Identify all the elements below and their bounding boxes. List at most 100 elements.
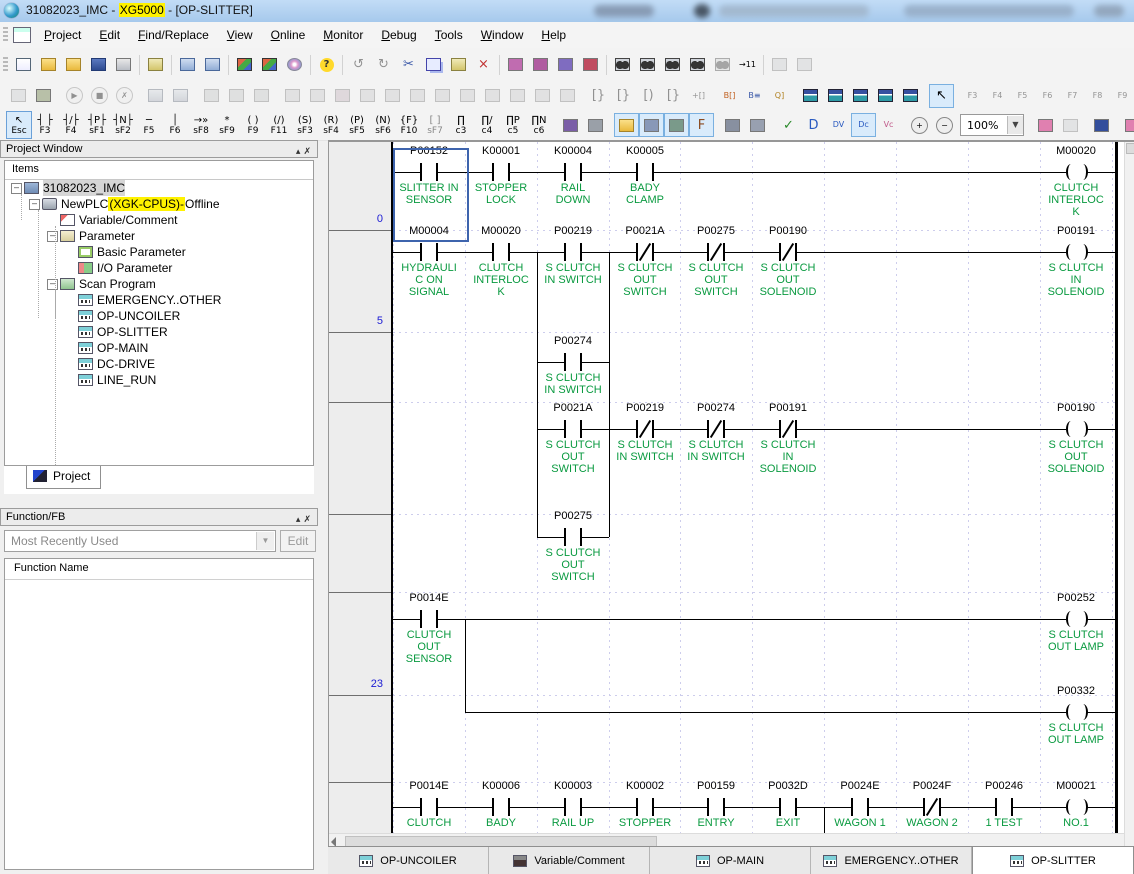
- tree-item-basic-parameter[interactable]: Basic Parameter: [5, 244, 313, 260]
- goto-step-button[interactable]: →11: [735, 53, 760, 77]
- function-fb-titlebar[interactable]: Function/FB ▴✗: [0, 508, 318, 526]
- menu-debug[interactable]: Debug: [372, 24, 425, 46]
- contact-P00159[interactable]: [707, 798, 709, 816]
- tree-item-variable-comment[interactable]: Variable/Comment: [5, 212, 313, 228]
- insert-line-button[interactable]: [553, 53, 578, 77]
- plc-clock-button[interactable]: [168, 84, 193, 108]
- contact-P00219[interactable]: [636, 420, 638, 438]
- contact-P0014E[interactable]: [420, 798, 422, 816]
- ladder-tool-sf3[interactable]: (S)sF3: [292, 111, 318, 139]
- save-as-button[interactable]: [61, 53, 86, 77]
- connect-button[interactable]: [199, 84, 224, 108]
- edit-tool-f8-button[interactable]: F8: [1085, 84, 1110, 108]
- write-to-plc-button[interactable]: [175, 53, 200, 77]
- function-fb-close-icon[interactable]: ✗: [303, 514, 314, 524]
- tab-op-main[interactable]: OP-MAIN: [650, 847, 811, 874]
- flag-monitor-button[interactable]: [280, 84, 305, 108]
- system-monitor-button[interactable]: [380, 84, 405, 108]
- plc-information-button[interactable]: [143, 84, 168, 108]
- copy-button[interactable]: [421, 53, 446, 77]
- edit-tool-f9-button[interactable]: F9: [1110, 84, 1134, 108]
- menu-view[interactable]: View: [218, 24, 262, 46]
- window-split-button[interactable]: [873, 84, 898, 108]
- coil-P00332[interactable]: [1066, 704, 1076, 720]
- ladder-tool-f6[interactable]: │F6: [162, 111, 188, 139]
- edit-tool-f6-button[interactable]: F6: [1035, 84, 1060, 108]
- edit-tool-f3-button[interactable]: F3: [960, 84, 985, 108]
- clipboard-button[interactable]: [143, 53, 168, 77]
- view-comment-button[interactable]: [664, 113, 689, 137]
- tree-item-dc-drive[interactable]: DC-DRIVE: [5, 356, 313, 372]
- next-message-button[interactable]: [792, 53, 817, 77]
- tab-op-slitter[interactable]: OP-SLITTER: [972, 846, 1134, 874]
- edit-tool-f5-button[interactable]: F5: [1010, 84, 1035, 108]
- contact-P0024E[interactable]: [851, 798, 853, 816]
- change-size-button[interactable]: [6, 84, 31, 108]
- tree-item-scan-program[interactable]: –Scan Program: [5, 276, 313, 292]
- ladder-tool-sf5[interactable]: (P)sF5: [344, 111, 370, 139]
- delete-button[interactable]: ×: [471, 53, 496, 77]
- ladder-tool-f11[interactable]: (/)F11: [266, 111, 292, 139]
- ladder-tool-c5[interactable]: ∏Pc5: [500, 111, 526, 139]
- edit-tool-f7-button[interactable]: F7: [1060, 84, 1085, 108]
- coil-M00020[interactable]: [1066, 164, 1076, 180]
- ladder-tool-f9[interactable]: ( )F9: [240, 111, 266, 139]
- ladder-tool-c3[interactable]: ∏c3: [448, 111, 474, 139]
- contact-P00275[interactable]: [564, 528, 566, 546]
- vertical-scrollbar[interactable]: [1124, 142, 1134, 848]
- block-list-button[interactable]: B≡: [742, 84, 767, 108]
- coil-P00191[interactable]: [1066, 244, 1076, 260]
- paste-button[interactable]: [446, 53, 471, 77]
- ladder-tool-sf9[interactable]: *sF9: [214, 111, 240, 139]
- contact-P0032D[interactable]: [779, 798, 781, 816]
- mdi-child-icon[interactable]: [13, 27, 31, 43]
- set-block-button[interactable]: B[]: [717, 84, 742, 108]
- tree-expander-icon[interactable]: –: [11, 183, 22, 194]
- new-project-button[interactable]: [11, 53, 36, 77]
- comment-block-button[interactable]: Q]: [767, 84, 792, 108]
- selected-cell[interactable]: [393, 148, 469, 242]
- contact-M00004[interactable]: [420, 243, 422, 261]
- tree-expander-icon[interactable]: –: [29, 199, 40, 210]
- edit-button[interactable]: Edit: [280, 530, 316, 552]
- zoom-dropdown-arrow-icon[interactable]: ▼: [1007, 116, 1023, 134]
- ladder-tool-sf4[interactable]: (R)sF4: [318, 111, 344, 139]
- variable-window-button[interactable]: [558, 113, 583, 137]
- print-button[interactable]: [111, 53, 136, 77]
- tree-expander-icon[interactable]: –: [47, 231, 58, 242]
- tab-project[interactable]: Project: [26, 466, 101, 489]
- prev-message-button[interactable]: [767, 53, 792, 77]
- tree-item-op-uncoiler[interactable]: OP-UNCOILER: [5, 308, 313, 324]
- view-flag-button[interactable]: F: [689, 113, 714, 137]
- tree-item-op-main[interactable]: OP-MAIN: [5, 340, 313, 356]
- contact-P00190[interactable]: [779, 243, 781, 261]
- block-mark-next-button[interactable]: [}: [611, 84, 636, 108]
- change-allowed-button[interactable]: [1033, 113, 1058, 137]
- window-tile-horizontal-button[interactable]: [823, 84, 848, 108]
- contact-K00002[interactable]: [636, 798, 638, 816]
- tree-expander-icon[interactable]: –: [47, 279, 58, 290]
- window-cascade-button[interactable]: [798, 84, 823, 108]
- contact-P0021A[interactable]: [564, 420, 566, 438]
- function-name-column-header[interactable]: Function Name: [5, 559, 313, 580]
- program-stack-button[interactable]: [31, 84, 56, 108]
- project-window-close-icon[interactable]: ✗: [303, 146, 314, 156]
- contact-K00006[interactable]: [492, 798, 494, 816]
- view-device-button[interactable]: [614, 113, 639, 137]
- special-module-monitor-button[interactable]: [555, 84, 580, 108]
- menu-monitor[interactable]: Monitor: [314, 24, 372, 46]
- tree-item-emergency--other[interactable]: EMERGENCY..OTHER: [5, 292, 313, 308]
- delete-cell-button[interactable]: [528, 53, 553, 77]
- menu-online[interactable]: Online: [262, 24, 315, 46]
- contact-P00275[interactable]: [707, 243, 709, 261]
- ladder-tool-sf6[interactable]: (N)sF6: [370, 111, 396, 139]
- contact-P00191[interactable]: [779, 420, 781, 438]
- zoom-out-button[interactable]: −: [932, 113, 957, 137]
- function-category-dropdown[interactable]: Most Recently Used ▼: [4, 530, 276, 552]
- ladder-tool-sf7[interactable]: [ ]sF7: [422, 111, 448, 139]
- window-restore-button[interactable]: [898, 84, 923, 108]
- sampling-trace-button[interactable]: [480, 84, 505, 108]
- tab-emergency--other[interactable]: EMERGENCY..OTHER: [811, 847, 972, 874]
- edit-tool-f4-button[interactable]: F4: [985, 84, 1010, 108]
- view-vc-button[interactable]: Vc: [876, 113, 901, 137]
